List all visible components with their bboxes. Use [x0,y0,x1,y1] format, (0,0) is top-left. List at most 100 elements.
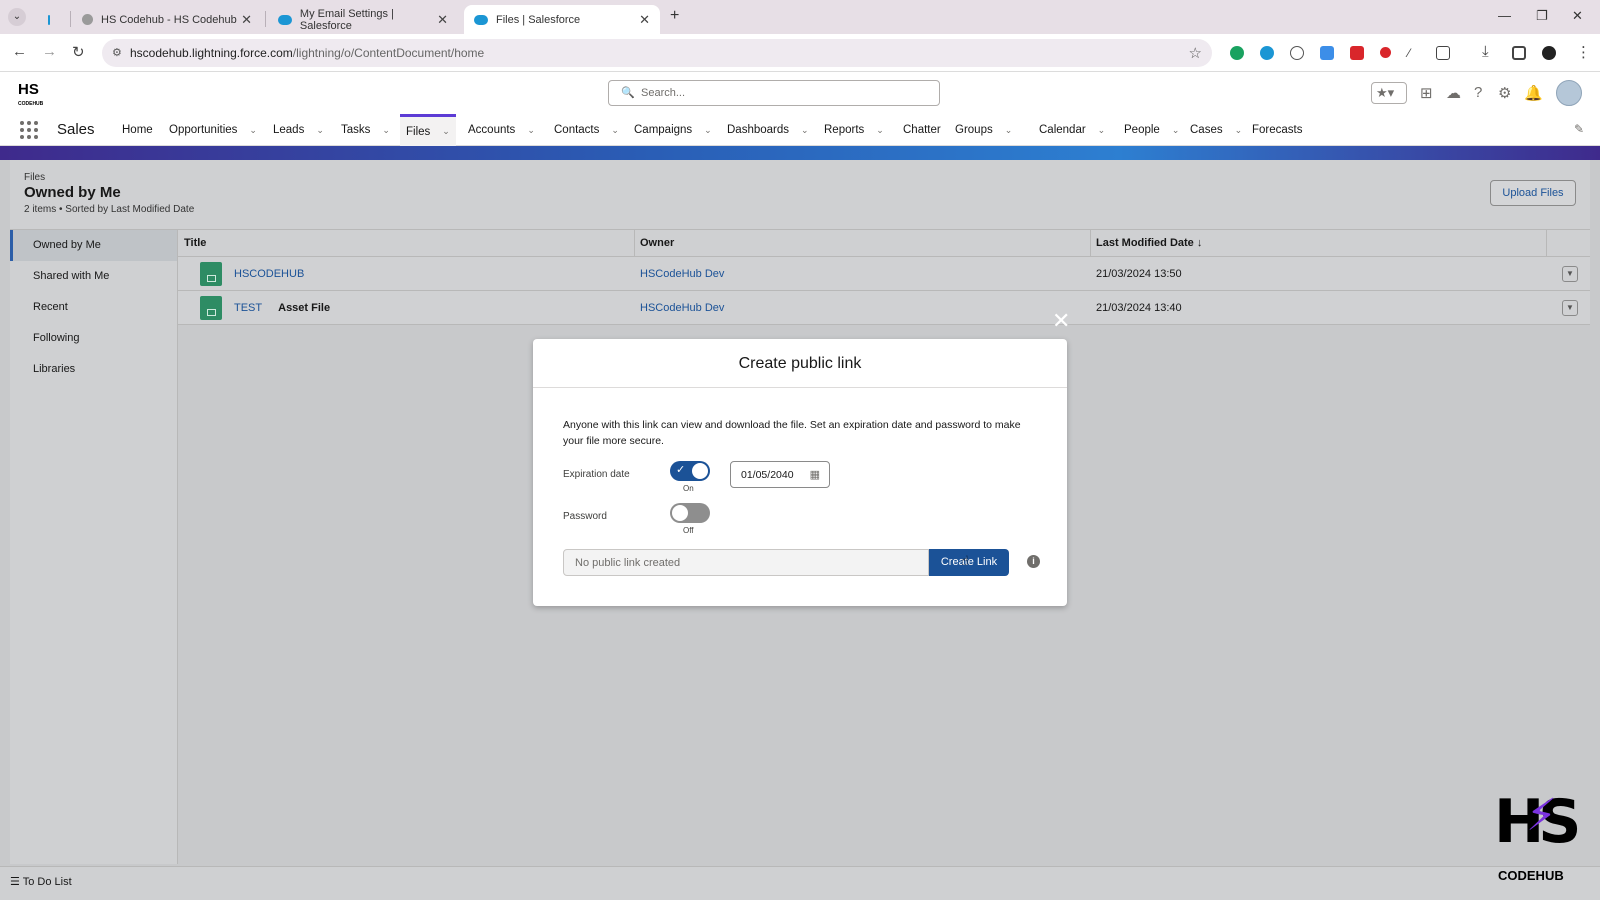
row-actions-chevron-icon[interactable]: ▼ [1562,266,1578,282]
browser-tab-2[interactable]: My Email Settings | Salesforce ✕ [268,5,458,34]
sidebar-item-owned-by-me[interactable]: Owned by Me [10,230,177,261]
nav-item-forecasts[interactable]: Forecasts [1246,114,1309,146]
back-icon[interactable]: ← [12,43,27,60]
side-panel-icon[interactable] [1512,46,1526,60]
restore-icon[interactable]: ❐ [1536,8,1548,24]
grammarly-extension-icon[interactable] [1230,46,1244,60]
browser-menu-icon[interactable]: ⋮ [1576,43,1591,61]
nav-item-calendar[interactable]: Calendar ⌄ [1033,114,1111,146]
password-toggle-state: Off [683,526,694,535]
favorites-star-icon[interactable]: ★▾ [1371,82,1407,104]
minimize-icon[interactable]: — [1498,8,1511,23]
notifications-bell-icon[interactable]: 🔔 [1524,84,1543,102]
info-icon[interactable]: i [1027,555,1040,568]
setup-gear-icon[interactable]: ⚙ [1498,84,1511,102]
chevron-down-icon[interactable]: ⌄ [1172,125,1180,136]
nav-item-reports[interactable]: Reports ⌄ [818,114,890,146]
list-view-title[interactable]: Owned by Me [24,184,121,201]
app-name: Sales [57,121,95,138]
file-title-link[interactable]: TEST [234,302,262,314]
column-header-last-modified[interactable]: Last Modified Date ↓ [1090,230,1202,257]
pen-extension-icon[interactable]: ⁄ [1408,46,1422,60]
owner-link[interactable]: HSCodeHub Dev [640,291,724,325]
help-question-icon[interactable]: ? [1474,84,1482,101]
cloud-extension-icon[interactable] [1290,46,1304,60]
file-title-link[interactable]: HSCODEHUB [234,257,304,291]
browser-tab-1[interactable]: HS Codehub - HS Codehub ✕ [72,5,262,34]
app-launcher-icon[interactable] [20,121,38,139]
chevron-down-icon[interactable]: ⌄ [382,125,390,136]
nav-item-files[interactable]: Files ⌄ [400,114,456,146]
chevron-down-icon[interactable]: ⌄ [316,125,324,136]
nav-item-tasks[interactable]: Tasks ⌄ [335,114,396,146]
password-toggle[interactable] [670,503,710,523]
rocket-extension-icon[interactable] [1320,46,1334,60]
bookmark-star-icon[interactable]: ☆ [1189,44,1202,62]
pinned-tab[interactable] [38,5,68,34]
last-modified-cell: 21/03/2024 13:50 [1096,268,1182,280]
trailhead-icon[interactable]: ☁ [1446,84,1461,102]
owner-link[interactable]: HSCodeHub Dev [640,257,724,291]
todo-list-button[interactable]: ☰ To Do List [10,875,72,888]
org-logo[interactable]: HS CODEHUB [18,78,43,108]
user-avatar[interactable] [1556,80,1582,106]
sidebar-item-recent[interactable]: Recent [10,292,177,323]
new-tab-icon[interactable]: + [670,7,679,25]
profile-icon[interactable] [1542,46,1556,60]
chevron-down-icon[interactable]: ⌄ [704,125,712,136]
chevron-down-icon[interactable]: ⌄ [876,125,884,136]
expiration-date-input[interactable]: 01/05/2040 ▦ [730,461,830,488]
edit-nav-pencil-icon[interactable]: ✎ [1574,122,1584,136]
reload-icon[interactable]: ↻ [72,43,85,61]
nav-item-dashboards[interactable]: Dashboards ⌄ [721,114,815,146]
puzzle-extensions-icon[interactable] [1436,46,1450,60]
nav-item-chatter[interactable]: Chatter [897,114,947,146]
downloads-icon[interactable]: ⤓ [1482,43,1489,60]
recorder-extension-icon[interactable] [1350,46,1364,60]
nav-item-accounts[interactable]: Accounts ⌄ [462,114,541,146]
close-window-icon[interactable]: ✕ [1572,8,1583,24]
sidebar-item-libraries[interactable]: Libraries [10,354,177,385]
chevron-down-icon[interactable]: ⌄ [1098,125,1106,136]
salesforce-extension-icon[interactable] [1260,46,1274,60]
sidebar-item-shared-with-me[interactable]: Shared with Me [10,261,177,292]
modal-close-icon[interactable]: ✕ [1052,308,1070,334]
public-link-field[interactable]: No public link created [563,549,929,576]
global-actions-plus-icon[interactable]: ⊞ [1420,84,1433,102]
close-tab-icon[interactable]: ✕ [437,12,448,28]
global-search-input[interactable]: 🔍 Search... [608,80,940,106]
record-dot-icon[interactable] [1380,47,1391,58]
forward-icon[interactable]: → [42,43,57,60]
nav-item-cases[interactable]: Cases ⌄ [1184,114,1248,146]
sf-global-header: HS CODEHUB 🔍 Search... ★▾ ⊞ ☁ ? ⚙ 🔔 [0,72,1600,114]
nav-item-groups[interactable]: Groups ⌄ [949,114,1018,146]
close-tab-icon[interactable]: ✕ [241,12,252,28]
nav-item-home[interactable]: Home [116,114,159,146]
chevron-down-icon[interactable]: ⌄ [611,125,619,136]
chevron-down-icon[interactable]: ⌄ [442,126,450,137]
chevron-down-icon[interactable]: ⌄ [801,125,809,136]
chevron-down-icon[interactable]: ⌄ [1005,125,1013,136]
upload-files-button[interactable]: Upload Files [1490,180,1576,206]
nav-item-contacts[interactable]: Contacts ⌄ [548,114,625,146]
column-header-owner[interactable]: Owner [634,230,674,257]
url-field[interactable]: ⚙ hscodehub.lightning.force.com/lightnin… [102,39,1212,67]
close-tab-icon[interactable]: ✕ [639,12,650,28]
tab-search-icon[interactable]: ⌄ [8,8,26,26]
nav-item-label: Chatter [903,124,941,136]
expiration-date-toggle[interactable]: ✓ [670,461,710,481]
nav-item-leads[interactable]: Leads ⌄ [267,114,330,146]
chevron-down-icon[interactable]: ⌄ [527,125,535,136]
calendar-icon[interactable]: ▦ [810,468,820,481]
nav-item-campaigns[interactable]: Campaigns ⌄ [628,114,718,146]
nav-item-opportunities[interactable]: Opportunities ⌄ [163,114,263,146]
sidebar-item-following[interactable]: Following [10,323,177,354]
create-link-button[interactable]: Create Link [929,549,1009,576]
column-header-title[interactable]: Title [178,230,206,257]
chevron-down-icon[interactable]: ⌄ [249,125,257,136]
nav-item-people[interactable]: People ⌄ [1118,114,1185,146]
site-info-icon[interactable]: ⚙ [112,46,122,59]
chevron-down-icon[interactable]: ⌄ [1235,125,1243,136]
row-actions-chevron-icon[interactable]: ▼ [1562,300,1578,316]
browser-tab-3[interactable]: Files | Salesforce ✕ [464,5,660,34]
